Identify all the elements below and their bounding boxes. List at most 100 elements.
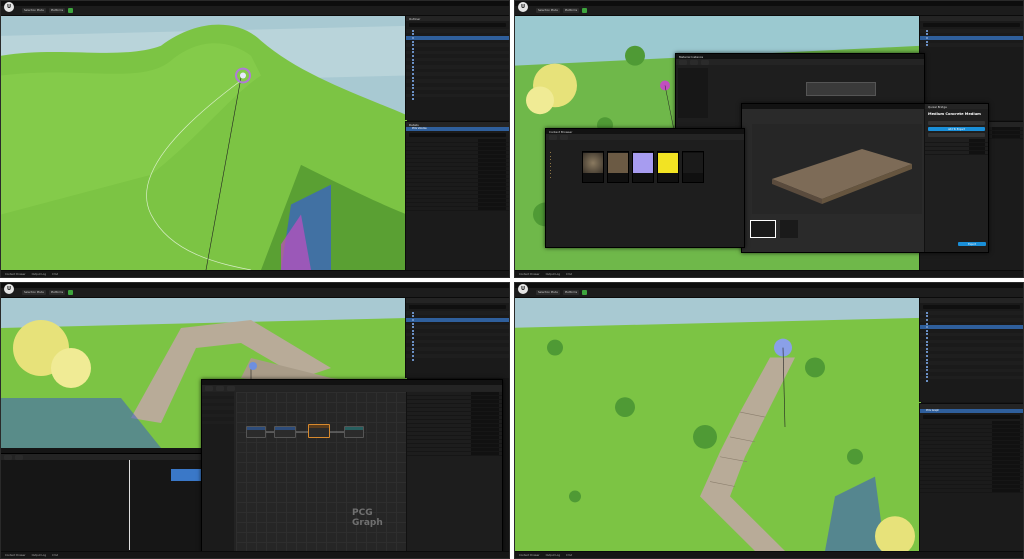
material-palette [678, 68, 708, 118]
outliner-search-input[interactable] [923, 23, 1020, 27]
output-log-button[interactable]: Output Log [546, 273, 560, 276]
asset-tile[interactable] [582, 151, 604, 183]
selection-mode-button[interactable]: Selection Mode [536, 8, 560, 13]
platforms-button[interactable]: Platforms [562, 8, 580, 13]
outliner-tree [406, 29, 509, 101]
main-toolbar: Selection Mode Platforms [1, 6, 509, 16]
outliner-search-input[interactable] [409, 23, 506, 27]
platforms-button[interactable]: Platforms [48, 8, 66, 13]
property-row[interactable] [920, 488, 1023, 493]
screenshot-bottom-right: U Selection Mode Platforms PCG Graph Con… [514, 282, 1024, 559]
platforms-button[interactable]: Platforms [562, 290, 580, 295]
unreal-logo-icon[interactable]: U [518, 284, 528, 294]
status-bar: Content Drawer Output Log Cmd [515, 270, 1023, 277]
outliner-search-input[interactable] [409, 305, 506, 309]
add-to-project-button[interactable]: Add To Project [928, 127, 985, 131]
main-toolbar: Selection Mode Platforms [1, 288, 509, 298]
asset-preview[interactable] [752, 124, 922, 214]
output-log-button[interactable]: Output Log [32, 554, 46, 557]
cmd-input[interactable]: Cmd [566, 273, 572, 276]
status-bar: Content Drawer Output Log Cmd [1, 551, 509, 558]
dropdown-select[interactable] [928, 121, 985, 125]
cmd-input[interactable]: Cmd [566, 554, 572, 557]
asset-tile[interactable] [607, 151, 629, 183]
mesh-icon [683, 153, 703, 173]
graph-watermark: PCG Graph [352, 508, 383, 528]
content-drawer-button[interactable]: Content Drawer [5, 554, 26, 557]
save-button[interactable] [679, 59, 687, 65]
output-log-button[interactable]: Output Log [546, 554, 560, 557]
details-search-input[interactable] [409, 132, 506, 137]
property-row [925, 151, 988, 155]
details-component[interactable]: PCG Graph [920, 409, 1023, 413]
list-item[interactable] [406, 358, 509, 362]
content-drawer-button[interactable]: Content Drawer [519, 554, 540, 557]
import-button[interactable] [560, 134, 568, 140]
playhead[interactable] [129, 460, 130, 550]
play-icon[interactable] [68, 290, 74, 295]
play-icon[interactable] [582, 8, 588, 13]
texture-icon [608, 153, 628, 173]
find-button[interactable] [227, 385, 235, 391]
play-icon[interactable] [582, 290, 588, 295]
apply-button[interactable] [701, 59, 709, 65]
list-item[interactable] [406, 97, 509, 101]
screenshot-top-left: U Selection Mode Platforms Outliner Deta… [0, 0, 510, 278]
browse-button[interactable] [216, 385, 224, 391]
texture-icon [658, 153, 678, 173]
folder-item[interactable]: ▸ [548, 176, 578, 180]
sequencer-toolbar [1, 454, 201, 460]
asset-tile[interactable] [657, 151, 679, 183]
outliner-title [920, 298, 1023, 303]
pcg-toolbar [202, 385, 502, 391]
sphere-icon [583, 153, 603, 173]
graph-wires [266, 431, 344, 433]
asset-name: Medium Concrete Medium [928, 112, 981, 116]
status-bar: Content Drawer Output Log Cmd [1, 270, 509, 277]
selection-mode-button[interactable]: Selection Mode [536, 290, 560, 295]
unreal-logo-icon[interactable]: U [4, 2, 14, 12]
content-drawer-button[interactable]: Content Drawer [519, 273, 540, 276]
output-log-button[interactable]: Output Log [32, 273, 46, 276]
platforms-button[interactable]: Platforms [48, 290, 66, 295]
preview-thumbnail[interactable] [780, 220, 798, 238]
preview-thumbnail-selected[interactable] [750, 220, 776, 238]
track-button[interactable] [4, 454, 12, 460]
selection-mode-button[interactable]: Selection Mode [22, 8, 46, 13]
save-button[interactable] [205, 385, 213, 391]
screenshot-bottom-left: U Selection Mode Platforms PCG Graph Con… [0, 282, 510, 559]
graph-canvas[interactable]: PCG Graph [236, 392, 406, 554]
add-button[interactable] [549, 134, 557, 140]
browse-button[interactable] [690, 59, 698, 65]
play-icon[interactable] [68, 8, 74, 13]
list-item[interactable] [920, 379, 1023, 383]
material-toolbar [676, 59, 924, 65]
secondary-button[interactable] [928, 133, 985, 137]
screenshot-top-right: U Selection Mode Platforms Material Inst… [514, 0, 1024, 278]
cmd-input[interactable]: Cmd [52, 554, 58, 557]
folder-tree: ▸ ▸ ▸ ▸ ▸ ▸ ▸ ▸ [548, 151, 578, 179]
property-row[interactable] [406, 206, 509, 211]
unreal-logo-icon[interactable]: U [4, 284, 14, 294]
outliner-search-input[interactable] [923, 305, 1020, 309]
timeline-clip[interactable] [171, 469, 201, 481]
outliner-title [920, 16, 1023, 21]
details-component[interactable]: PCG Volume [406, 127, 509, 131]
selection-mode-button[interactable]: Selection Mode [22, 290, 46, 295]
list-item[interactable] [920, 43, 1023, 47]
level-viewport[interactable] [1, 16, 407, 270]
asset-tile[interactable] [632, 151, 654, 183]
details-panel: PCG Graph [919, 403, 1023, 551]
details-search-input[interactable] [923, 414, 1020, 419]
filter-button[interactable] [15, 454, 23, 460]
palette-item[interactable] [202, 424, 234, 428]
asset-tile[interactable] [682, 151, 704, 183]
property-row[interactable] [407, 452, 502, 456]
outliner-title: Outliner [406, 16, 509, 21]
cmd-input[interactable]: Cmd [52, 273, 58, 276]
unreal-logo-icon[interactable]: U [518, 2, 528, 12]
material-node[interactable] [806, 82, 876, 96]
content-drawer-button[interactable]: Content Drawer [5, 273, 26, 276]
export-button[interactable]: Export [958, 242, 986, 246]
level-viewport[interactable] [515, 298, 921, 551]
